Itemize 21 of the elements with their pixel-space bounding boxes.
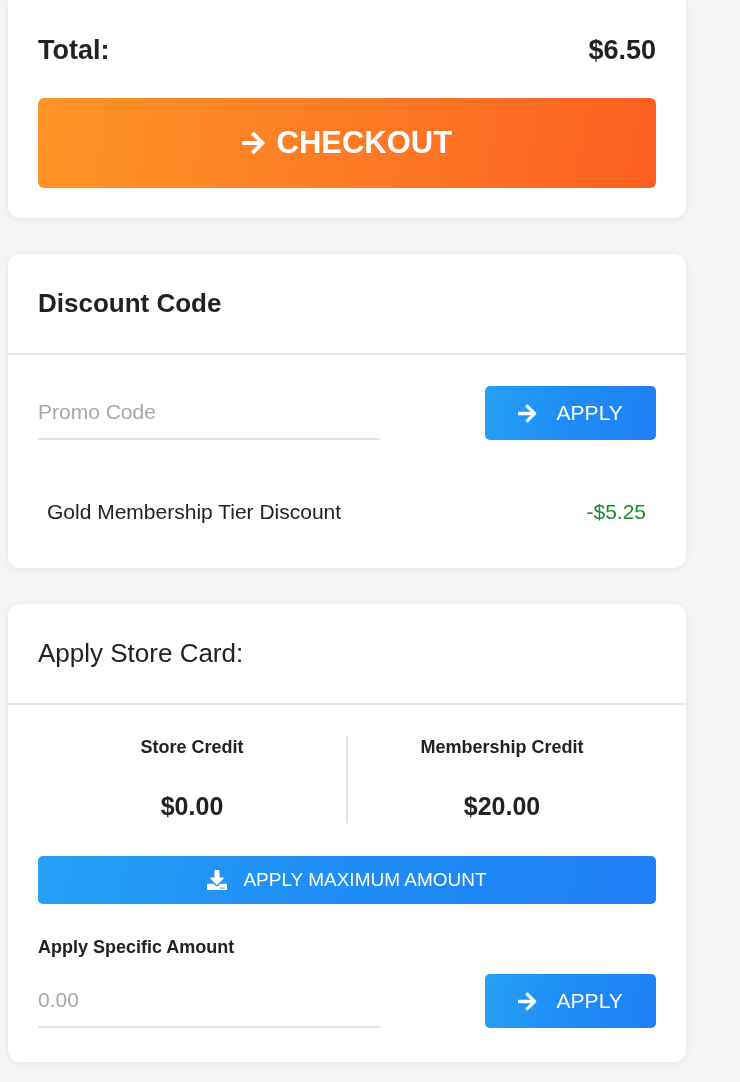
arrow-right-icon [518, 990, 537, 1012]
total-label: Total: [38, 34, 110, 66]
apply-button[interactable]: APPLY [485, 386, 656, 440]
checkout-button[interactable]: CHECKOUT [38, 98, 656, 188]
total-value: $6.50 [588, 34, 656, 66]
discount-amount: -$5.25 [586, 500, 646, 524]
apply-maximum-button[interactable]: APPLY MAXIMUM AMOUNT [38, 856, 656, 904]
credit-label: Membership Credit [420, 737, 584, 758]
discount-name: Gold Membership Tier Discount [47, 500, 342, 524]
arrow-right-icon [241, 130, 265, 156]
credit-value: $20.00 [463, 792, 541, 821]
download-icon [207, 870, 228, 890]
card-title: Apply Store Card: [38, 638, 244, 669]
apply-button[interactable]: APPLY [485, 974, 656, 1028]
amount-field[interactable]: 0.00 [38, 974, 380, 1028]
promo-code-field[interactable]: Promo Code [38, 386, 380, 440]
card-title: Discount Code [38, 288, 222, 319]
credit-value: $0.00 [160, 792, 224, 821]
arrow-right-icon [518, 402, 537, 424]
credit-label: Store Credit [140, 737, 244, 758]
specific-amount-label: Apply Specific Amount [38, 937, 235, 958]
